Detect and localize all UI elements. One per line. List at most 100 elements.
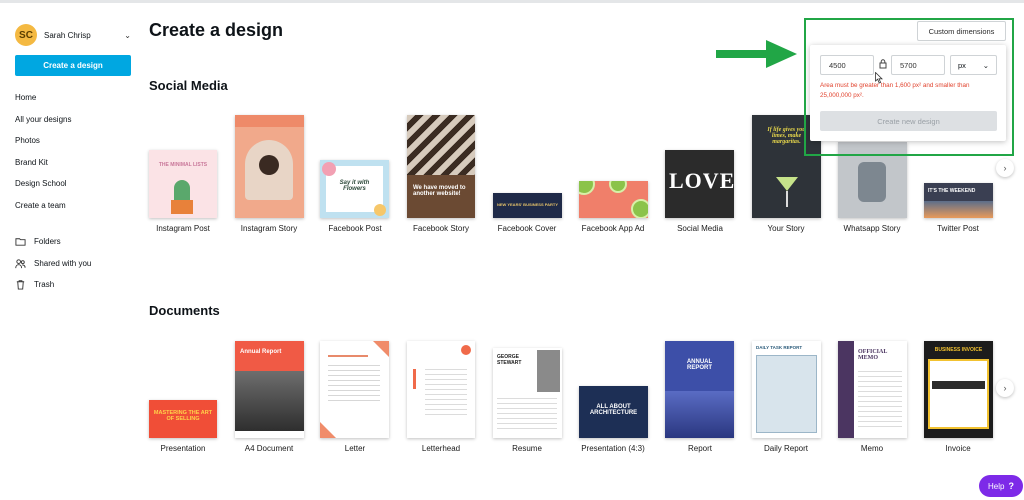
sidebar-nav: Home All your designs Photos Brand Kit D…: [15, 87, 71, 216]
label-presentation-43: Presentation (4:3): [581, 444, 645, 453]
sidebar-item-brand-kit[interactable]: Brand Kit: [15, 152, 71, 174]
thumb-instagram-story[interactable]: [235, 115, 304, 218]
sidebar-item-folders[interactable]: Folders: [15, 231, 91, 253]
label-whatsapp-story: Whatsapp Story: [843, 224, 901, 233]
user-name: Sarah Chrisp: [44, 30, 91, 40]
label-facebook-post: Facebook Post: [328, 224, 382, 233]
thumb-whatsapp-story[interactable]: [838, 142, 907, 218]
thumb-facebook-app-ad[interactable]: [579, 181, 648, 218]
thumb-text: Say it with Flowers: [339, 180, 370, 192]
sidebar-item-all-designs[interactable]: All your designs: [15, 109, 71, 131]
thumb-presentation-43[interactable]: ALL ABOUT ARCHITECTURE: [579, 386, 648, 438]
thumb-facebook-cover[interactable]: NEW YEARS' BUSINESS PARTY: [493, 193, 562, 218]
sidebar-item-photos[interactable]: Photos: [15, 130, 71, 152]
label-report: Report: [687, 444, 713, 453]
label-letterhead: Letterhead: [421, 444, 461, 453]
height-input[interactable]: [891, 55, 945, 75]
thumb-text: IT'S THE WEEKEND: [928, 188, 976, 194]
chevron-right-icon: ›: [1003, 383, 1007, 393]
label-instagram-story: Instagram Story: [240, 224, 298, 233]
section-title-documents: Documents: [149, 303, 220, 318]
sidebar-item-design-school[interactable]: Design School: [15, 173, 71, 195]
avatar: SC: [15, 24, 37, 46]
thumb-a4-document[interactable]: Annual Report: [235, 341, 304, 438]
thumb-text: We have moved to another website!: [413, 185, 466, 197]
sidebar-item-label: Trash: [34, 280, 55, 290]
thumb-memo[interactable]: OFFICIAL MEMO: [838, 341, 907, 438]
thumb-text: THE MINIMAL LISTS: [158, 162, 208, 168]
green-arrow-annotation-icon: [716, 40, 797, 68]
chevron-right-icon: ›: [1003, 163, 1007, 173]
width-input[interactable]: [820, 55, 874, 75]
custom-dimensions-popover: px ⌄ Area must be greater than 1,600 px²…: [810, 45, 1006, 141]
sidebar-folders: Folders Shared with you Trash: [15, 231, 91, 296]
top-border: [0, 0, 1024, 3]
sidebar-item-create-team[interactable]: Create a team: [15, 195, 71, 217]
thumb-facebook-story[interactable]: We have moved to another website!: [407, 115, 475, 218]
label-letter: Letter: [344, 444, 366, 453]
label-social-media: Social Media: [677, 224, 723, 233]
thumb-text: NEW YEARS' BUSINESS PARTY: [496, 202, 559, 207]
thumb-text: ANNUAL REPORT: [686, 359, 713, 371]
help-button[interactable]: Help ?: [979, 475, 1023, 497]
thumb-invoice[interactable]: BUSINESS INVOICE: [924, 341, 993, 438]
thumb-letter[interactable]: [320, 341, 389, 438]
thumb-text: GEORGE STEWART: [497, 354, 522, 366]
label-facebook-app-ad: Facebook App Ad: [581, 224, 645, 233]
sidebar: SC Sarah Chrisp ⌄ Create a design Home A…: [0, 3, 140, 500]
create-new-design-button[interactable]: Create new design: [820, 111, 997, 131]
thumb-text: If life gives you limes, make margaritas…: [767, 127, 806, 145]
sidebar-item-home[interactable]: Home: [15, 87, 71, 109]
folder-icon: [15, 238, 26, 246]
lock-icon[interactable]: [879, 59, 887, 71]
thumb-presentation[interactable]: MASTERING THE ART OF SELLING: [149, 400, 217, 438]
label-instagram-post: Instagram Post: [156, 224, 210, 233]
unit-select[interactable]: px ⌄: [950, 55, 997, 75]
label-facebook-cover: Facebook Cover: [497, 224, 557, 233]
thumb-facebook-post[interactable]: Say it with Flowers: [320, 160, 389, 218]
sidebar-item-trash[interactable]: Trash: [15, 274, 91, 296]
label-your-story: Your Story: [767, 224, 805, 233]
thumb-text: DAILY TASK REPORT: [756, 345, 803, 350]
chevron-down-icon: ⌄: [982, 60, 989, 70]
thumb-text: Annual Report: [240, 349, 282, 355]
label-twitter-post: Twitter Post: [937, 224, 979, 233]
mouse-cursor-icon: [875, 72, 883, 84]
label-invoice: Invoice: [945, 444, 971, 453]
user-menu[interactable]: SC Sarah Chrisp ⌄: [15, 22, 131, 48]
question-icon: ?: [1008, 481, 1014, 491]
thumb-text: BUSINESS INVOICE: [934, 347, 983, 353]
thumb-twitter-post[interactable]: IT'S THE WEEKEND: [924, 183, 993, 218]
social-next-button[interactable]: ›: [996, 159, 1014, 177]
label-a4-document: A4 Document: [244, 444, 294, 453]
chevron-down-icon: ⌄: [124, 30, 131, 40]
unit-value: px: [958, 60, 966, 70]
section-title-social: Social Media: [149, 78, 228, 93]
custom-dimensions-button[interactable]: Custom dimensions: [917, 21, 1006, 41]
thumb-social-media[interactable]: LOVE: [665, 150, 734, 218]
label-memo: Memo: [860, 444, 884, 453]
thumb-instagram-post[interactable]: THE MINIMAL LISTS: [149, 150, 217, 218]
thumb-text: OFFICIAL MEMO: [858, 349, 888, 361]
sidebar-item-label: Shared with you: [34, 258, 92, 268]
label-daily-report: Daily Report: [763, 444, 809, 453]
thumb-daily-report[interactable]: DAILY TASK REPORT: [752, 341, 821, 438]
trash-icon: [16, 280, 25, 290]
create-design-button[interactable]: Create a design: [15, 55, 131, 76]
thumb-report[interactable]: ANNUAL REPORT: [665, 341, 734, 438]
thumb-resume[interactable]: GEORGE STEWART: [493, 348, 562, 438]
label-facebook-story: Facebook Story: [412, 224, 470, 233]
sidebar-item-shared[interactable]: Shared with you: [15, 253, 91, 275]
label-presentation: Presentation: [160, 444, 206, 453]
documents-next-button[interactable]: ›: [996, 379, 1014, 397]
thumb-text: LOVE: [669, 168, 734, 193]
page-title: Create a design: [149, 20, 284, 40]
thumb-text: MASTERING THE ART OF SELLING: [153, 410, 213, 422]
help-label: Help: [988, 481, 1005, 491]
thumb-letterhead[interactable]: [407, 341, 475, 438]
error-message: Area must be greater than 1,600 px² and …: [820, 82, 970, 99]
thumb-text: ALL ABOUT ARCHITECTURE: [589, 404, 638, 416]
people-icon: [15, 259, 26, 268]
label-resume: Resume: [512, 444, 542, 453]
sidebar-item-label: Folders: [34, 237, 61, 247]
